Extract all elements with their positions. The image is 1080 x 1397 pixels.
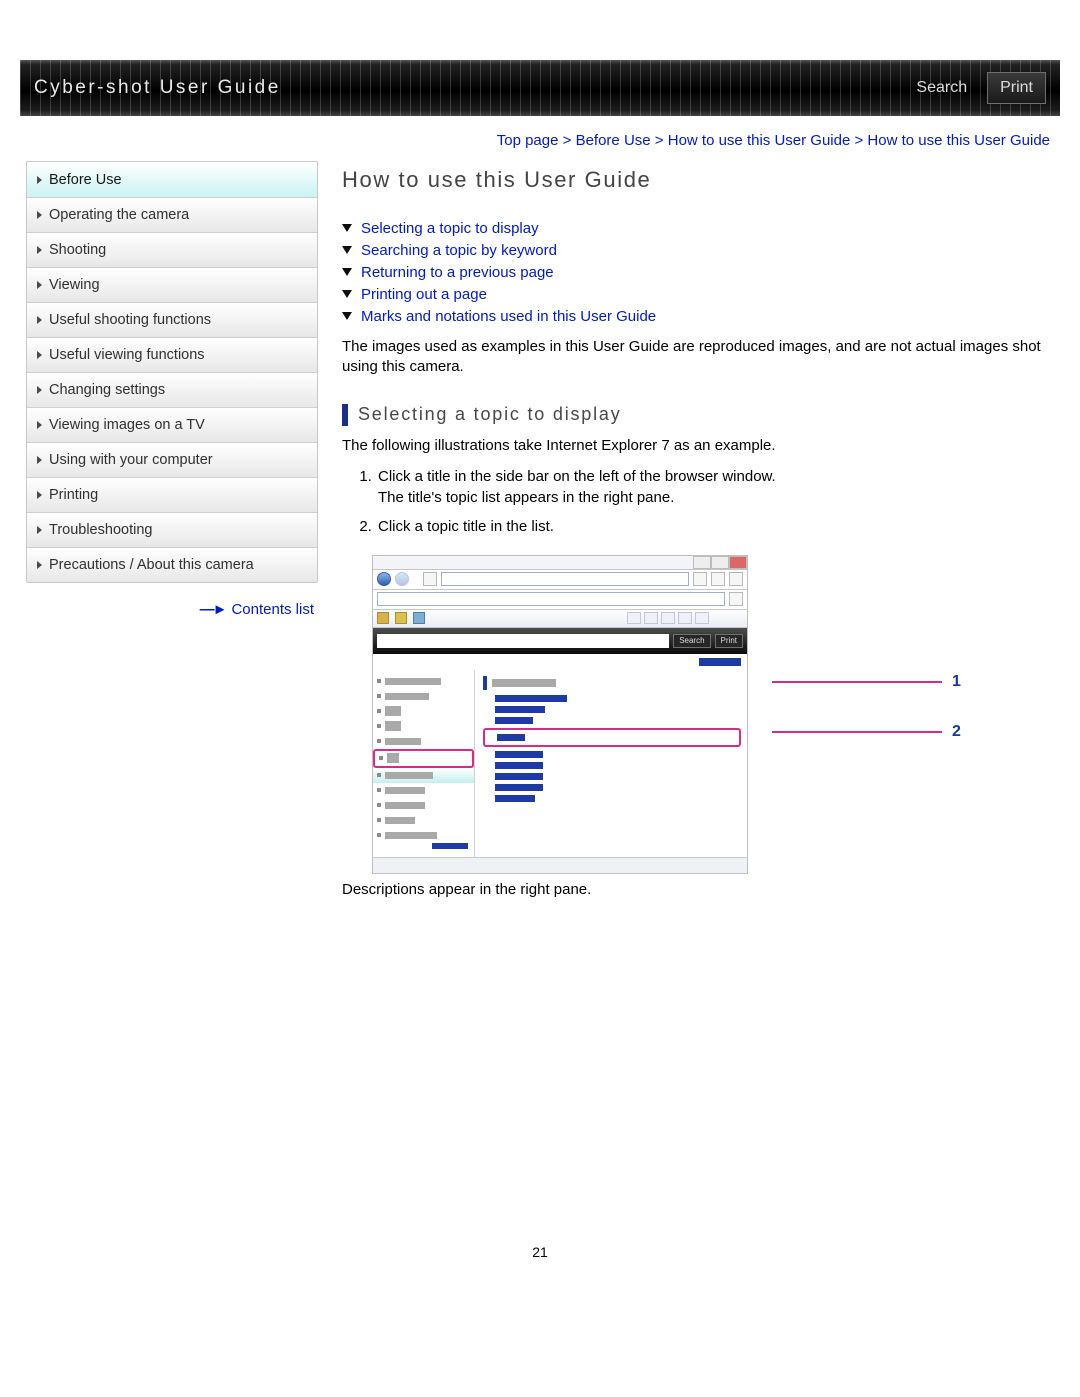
illustration: Search Print	[372, 555, 1046, 874]
intro-text: The images used as examples in this User…	[342, 337, 1046, 378]
jump-link[interactable]: Marks and notations used in this User Gu…	[342, 305, 1046, 327]
jump-link[interactable]: Printing out a page	[342, 283, 1046, 305]
caret-right-icon	[37, 421, 42, 429]
sidebar-item-label: Precautions / About this camera	[49, 557, 254, 573]
jump-link[interactable]: Returning to a previous page	[342, 261, 1046, 283]
breadcrumb-item[interactable]: Top page	[497, 132, 559, 149]
sidebar-item-label: Useful shooting functions	[49, 312, 211, 328]
caret-right-icon	[37, 211, 42, 219]
sidebar-item-viewing[interactable]: Viewing	[27, 267, 317, 302]
breadcrumb-current: How to use this User Guide	[867, 132, 1050, 149]
breadcrumb-item[interactable]: Before Use	[576, 132, 651, 149]
sidebar-item-useful-shooting[interactable]: Useful shooting functions	[27, 302, 317, 337]
jump-link-label: Returning to a previous page	[361, 264, 554, 281]
sidebar-item-useful-viewing[interactable]: Useful viewing functions	[27, 337, 317, 372]
sidebar: Before Use Operating the camera Shooting…	[26, 161, 318, 924]
steps-list: Click a title in the side bar on the lef…	[376, 464, 1046, 543]
sidebar-item-operating[interactable]: Operating the camera	[27, 197, 317, 232]
jump-list: Selecting a topic to display Searching a…	[342, 217, 1046, 327]
caret-down-icon	[342, 268, 352, 276]
sidebar-item-label: Viewing images on a TV	[49, 417, 205, 433]
caret-right-icon	[37, 176, 42, 184]
callout-number: 1	[952, 673, 961, 691]
contents-list-label: Contents list	[231, 601, 314, 618]
caret-right-icon	[37, 491, 42, 499]
sidebar-item-troubleshooting[interactable]: Troubleshooting	[27, 512, 317, 547]
sidebar-item-label: Shooting	[49, 242, 106, 258]
caret-down-icon	[342, 312, 352, 320]
sidebar-item-label: Changing settings	[49, 382, 165, 398]
sidebar-item-label: Viewing	[49, 277, 100, 293]
step-item: Click a topic title in the list.	[376, 514, 1046, 543]
illus-search-btn: Search	[673, 634, 710, 648]
caret-right-icon	[37, 281, 42, 289]
sidebar-item-label: Before Use	[49, 172, 122, 188]
page-number: 21	[20, 1244, 1060, 1260]
jump-link[interactable]: Searching a topic by keyword	[342, 239, 1046, 261]
sidebar-nav: Before Use Operating the camera Shooting…	[26, 161, 318, 583]
jump-link-label: Printing out a page	[361, 286, 487, 303]
caret-down-icon	[342, 246, 352, 254]
header: Cyber-shot User Guide Search Print	[20, 60, 1060, 116]
sidebar-item-before-use[interactable]: Before Use	[27, 162, 317, 197]
header-title: Cyber-shot User Guide	[34, 77, 281, 99]
sidebar-item-shooting[interactable]: Shooting	[27, 232, 317, 267]
sidebar-item-precautions[interactable]: Precautions / About this camera	[27, 547, 317, 582]
breadcrumb: Top page > Before Use > How to use this …	[20, 116, 1060, 161]
after-illus-text: Descriptions appear in the right pane.	[342, 880, 1046, 900]
caret-right-icon	[37, 351, 42, 359]
section-bar-icon	[342, 404, 348, 426]
sidebar-item-label: Operating the camera	[49, 207, 189, 223]
jump-link-label: Marks and notations used in this User Gu…	[361, 308, 656, 325]
page-title: How to use this User Guide	[342, 167, 1046, 193]
section-title: Selecting a topic to display	[342, 404, 1046, 426]
illus-print-btn: Print	[715, 634, 743, 648]
sidebar-item-printing[interactable]: Printing	[27, 477, 317, 512]
sidebar-item-label: Printing	[49, 487, 98, 503]
caret-right-icon	[37, 316, 42, 324]
jump-link[interactable]: Selecting a topic to display	[342, 217, 1046, 239]
section-title-text: Selecting a topic to display	[358, 404, 622, 425]
illustration-callouts: 1 2	[772, 673, 961, 741]
main-content: How to use this User Guide Selecting a t…	[342, 161, 1054, 924]
sidebar-item-computer[interactable]: Using with your computer	[27, 442, 317, 477]
callout-number: 2	[952, 723, 961, 741]
sidebar-item-changing-settings[interactable]: Changing settings	[27, 372, 317, 407]
caret-right-icon	[37, 456, 42, 464]
search-link[interactable]: Search	[902, 72, 981, 104]
caret-right-icon	[37, 561, 42, 569]
sidebar-item-label: Useful viewing functions	[49, 347, 205, 363]
contents-list-link[interactable]: —► Contents list	[26, 601, 318, 618]
step-item: Click a title in the side bar on the lef…	[376, 464, 1046, 514]
sidebar-item-tv[interactable]: Viewing images on a TV	[27, 407, 317, 442]
print-button[interactable]: Print	[987, 72, 1046, 104]
caret-right-icon	[37, 526, 42, 534]
jump-link-label: Searching a topic by keyword	[361, 242, 557, 259]
caret-right-icon	[37, 246, 42, 254]
illustration-window: Search Print	[372, 555, 748, 874]
section-lead: The following illustrations take Interne…	[342, 436, 1046, 456]
caret-right-icon	[37, 386, 42, 394]
caret-down-icon	[342, 290, 352, 298]
sidebar-item-label: Using with your computer	[49, 452, 213, 468]
arrow-right-icon: —►	[200, 601, 226, 618]
caret-down-icon	[342, 224, 352, 232]
jump-link-label: Selecting a topic to display	[361, 220, 539, 237]
sidebar-item-label: Troubleshooting	[49, 522, 152, 538]
breadcrumb-item[interactable]: How to use this User Guide	[668, 132, 851, 149]
